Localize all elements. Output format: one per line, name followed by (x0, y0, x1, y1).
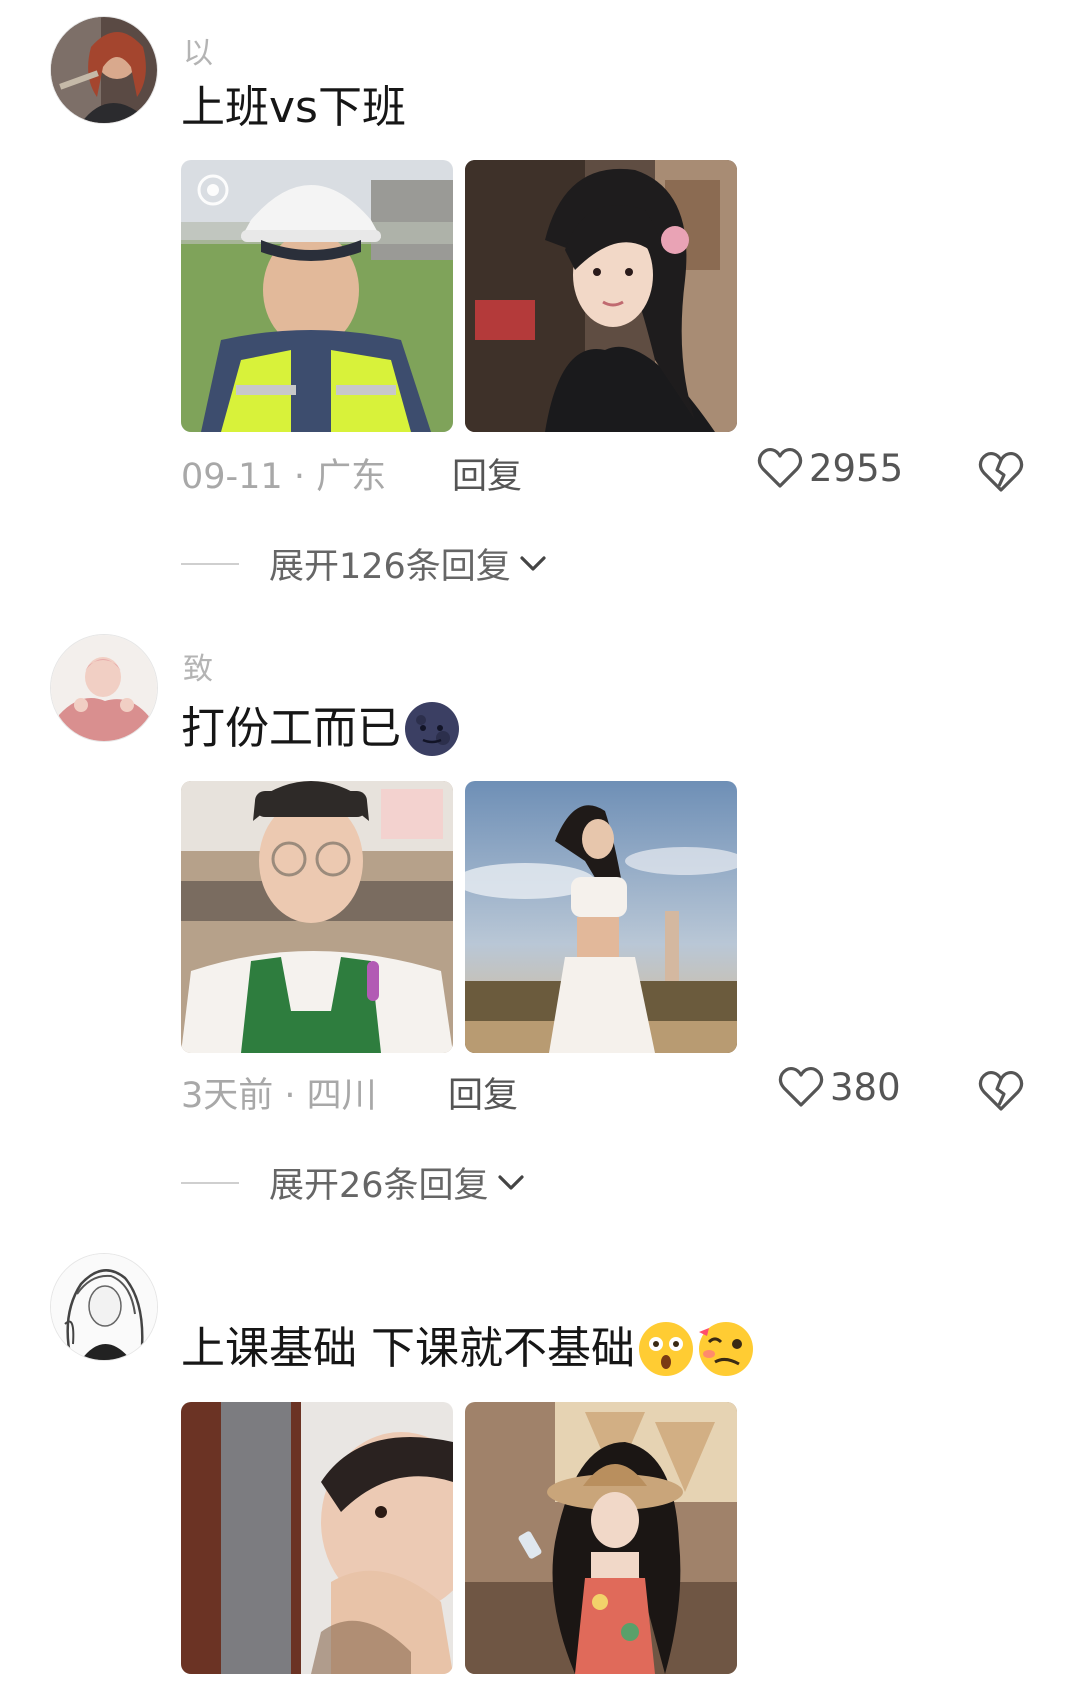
comment-text-content: 上课基础 下课就不基础 (181, 1323, 635, 1374)
comment-photo[interactable] (181, 1402, 453, 1674)
comment-item: 上课基础 下课就不基础 (0, 0, 1080, 1684)
astonished-face-emoji (637, 1320, 695, 1378)
avatar[interactable] (50, 1253, 158, 1361)
comment-photo[interactable] (465, 1402, 737, 1674)
comment-text: 上课基础 下课就不基础 (181, 1320, 755, 1378)
woozy-face-emoji (697, 1320, 755, 1378)
